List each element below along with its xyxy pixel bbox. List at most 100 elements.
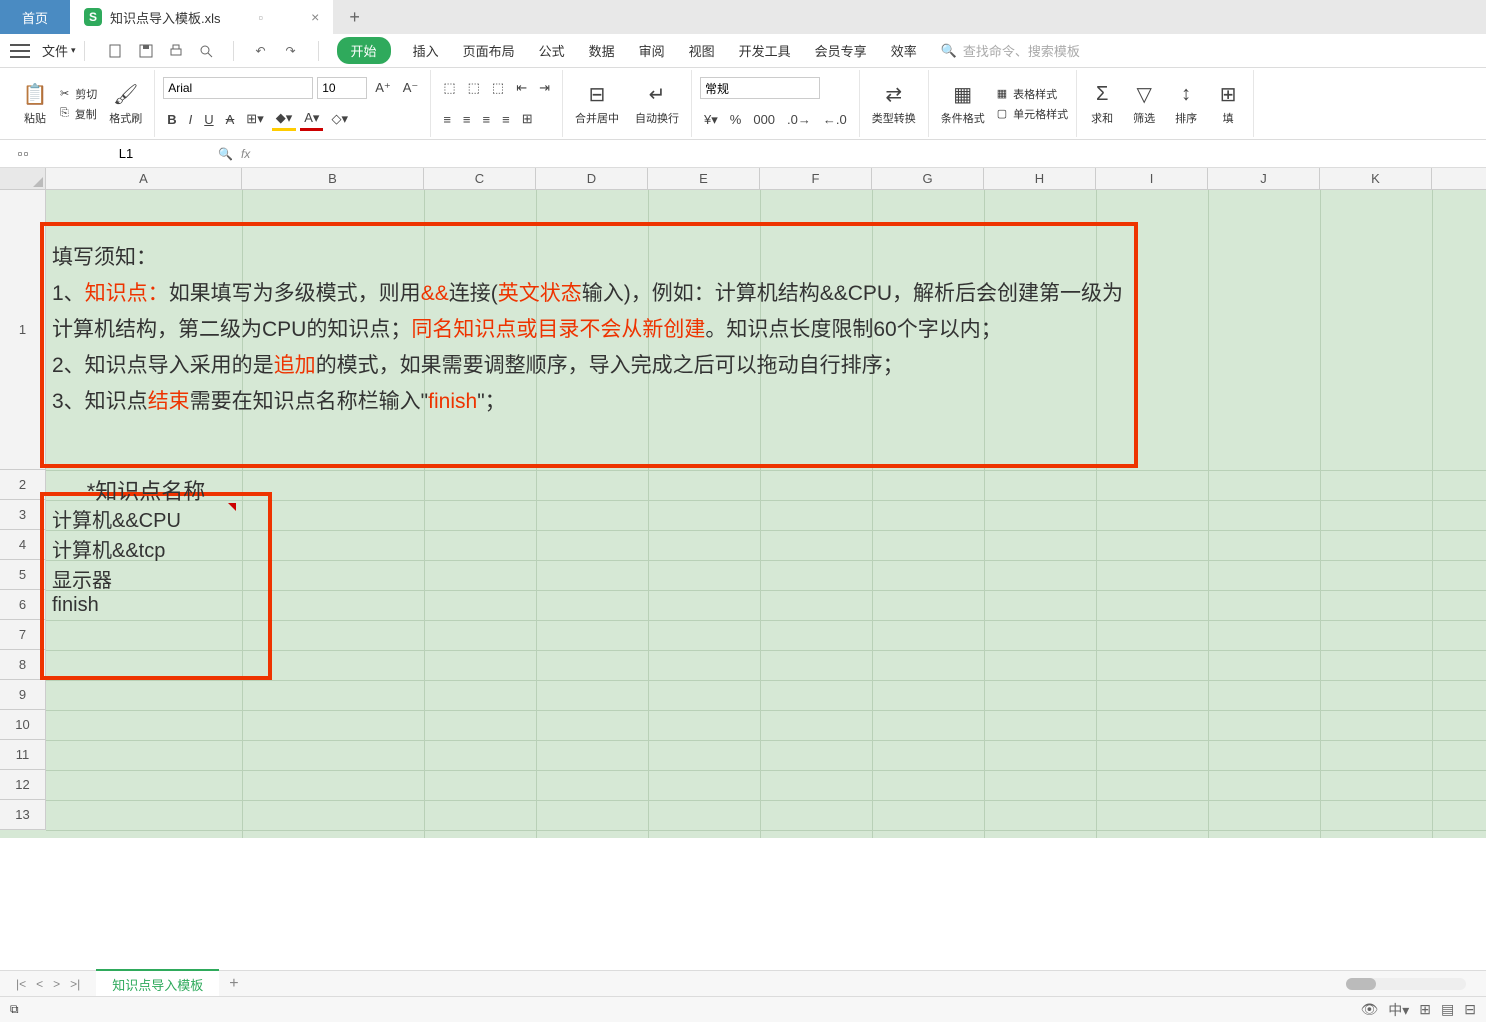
wrap-button[interactable]: ↵自动换行 <box>631 79 683 128</box>
cell-style-button[interactable]: ▢单元格样式 <box>997 106 1068 122</box>
col-H[interactable]: H <box>984 168 1096 189</box>
indent-dec-icon[interactable]: ⇤ <box>512 78 531 98</box>
dec-inc-icon[interactable]: .0→ <box>783 110 815 129</box>
align-middle-icon[interactable]: ⬚ <box>464 78 484 98</box>
cut-button[interactable]: ✂剪切 <box>60 86 97 102</box>
font-size-select[interactable] <box>317 77 367 99</box>
tab-detach-icon[interactable]: ▫ <box>259 10 264 25</box>
indent-inc-icon[interactable]: ⇥ <box>535 78 554 98</box>
row-11[interactable]: 11 <box>0 740 46 770</box>
tab-view[interactable]: 视图 <box>687 37 717 64</box>
eye-icon[interactable]: 👁 <box>1360 1001 1378 1018</box>
close-icon[interactable]: × <box>311 9 319 25</box>
cell-A6[interactable]: finish <box>48 592 103 619</box>
qat-print-icon[interactable] <box>167 42 185 60</box>
sort-button[interactable]: ↕排序 <box>1169 79 1203 128</box>
tab-formula[interactable]: 公式 <box>537 37 567 64</box>
strike-icon[interactable]: A <box>222 110 239 129</box>
cell-A1-notice[interactable]: 填写须知： 1、知识点：如果填写为多级模式，则用&&连接(英文状态输入)，例如：… <box>40 222 1138 468</box>
cell-A5[interactable]: 显示器 <box>48 562 116 595</box>
cell-A3[interactable]: 计算机&&CPU <box>48 502 185 535</box>
currency-icon[interactable]: ¥▾ <box>700 110 722 130</box>
tab-data[interactable]: 数据 <box>587 37 617 64</box>
view-page-icon[interactable]: ▤ <box>1441 1001 1454 1018</box>
clear-format-icon[interactable]: ◇▾ <box>327 109 352 129</box>
align-top-icon[interactable]: ⬚ <box>439 78 459 98</box>
tab-review[interactable]: 审阅 <box>637 37 667 64</box>
align-center-icon[interactable]: ≡ <box>459 110 475 129</box>
col-E[interactable]: E <box>648 168 760 189</box>
tab-pagelayout[interactable]: 页面布局 <box>461 37 517 64</box>
percent-icon[interactable]: % <box>726 110 746 129</box>
align-right-icon[interactable]: ≡ <box>479 110 495 129</box>
view-normal-icon[interactable]: ⊞ <box>1419 1001 1431 1018</box>
fill-color-icon[interactable]: ◆▾ <box>272 108 297 131</box>
qat-new-icon[interactable] <box>107 42 125 60</box>
new-tab-button[interactable]: + <box>333 0 376 34</box>
font-name-select[interactable] <box>163 77 313 99</box>
col-G[interactable]: G <box>872 168 984 189</box>
row-12[interactable]: 12 <box>0 770 46 800</box>
sheet-tab-active[interactable]: 知识点导入模板 <box>96 969 219 998</box>
name-box[interactable] <box>46 144 206 163</box>
tab-efficiency[interactable]: 效率 <box>889 37 919 64</box>
menu-file[interactable]: 文件▾ <box>42 41 76 60</box>
col-K[interactable]: K <box>1320 168 1432 189</box>
table-style-button[interactable]: ▦表格样式 <box>997 86 1068 102</box>
tab-current-file[interactable]: S 知识点导入模板.xls ▫ × <box>70 0 333 34</box>
tab-devtools[interactable]: 开发工具 <box>737 37 793 64</box>
sheet-nav-next-icon[interactable]: > <box>53 977 60 991</box>
tab-home[interactable]: 首页 <box>0 0 70 34</box>
paste-button[interactable]: 📋 粘贴 <box>18 79 52 128</box>
status-ready-icon[interactable]: ⧉ <box>10 1002 19 1017</box>
col-D[interactable]: D <box>536 168 648 189</box>
cond-format-button[interactable]: ▦条件格式 <box>937 79 989 128</box>
border-icon[interactable]: ⊞▾ <box>242 109 267 129</box>
type-convert-button[interactable]: ⇄类型转换 <box>868 79 920 128</box>
command-search[interactable]: 🔍 查找命令、搜索模板 <box>941 41 1080 60</box>
align-bottom-icon[interactable]: ⬚ <box>488 78 508 98</box>
fx-search-icon[interactable]: 🔍 <box>218 147 233 161</box>
col-C[interactable]: C <box>424 168 536 189</box>
filter-button[interactable]: ▽筛选 <box>1127 79 1161 128</box>
sheet-nav-last-icon[interactable]: >| <box>70 977 80 991</box>
col-J[interactable]: J <box>1208 168 1320 189</box>
copy-button[interactable]: ⎘复制 <box>60 106 97 122</box>
cell-A4[interactable]: 计算机&&tcp <box>48 532 169 565</box>
tab-member[interactable]: 会员专享 <box>813 37 869 64</box>
qat-save-icon[interactable] <box>137 42 155 60</box>
orientation-icon[interactable]: ⊞ <box>518 109 537 129</box>
qat-undo-icon[interactable]: ↶ <box>252 42 270 60</box>
font-shrink-icon[interactable]: A⁻ <box>399 78 423 98</box>
zh-icon[interactable]: 中▾ <box>1388 1000 1409 1020</box>
namebox-handle[interactable] <box>0 152 46 156</box>
underline-icon[interactable]: U <box>200 110 217 129</box>
hamburger-icon[interactable] <box>10 44 30 58</box>
dec-dec-icon[interactable]: ←.0 <box>819 110 851 129</box>
horizontal-scrollbar[interactable] <box>1346 978 1466 990</box>
align-justify-icon[interactable]: ≡ <box>498 110 514 129</box>
qat-preview-icon[interactable] <box>197 42 215 60</box>
sum-button[interactable]: Σ求和 <box>1085 79 1119 128</box>
number-format-select[interactable] <box>700 77 820 99</box>
align-left-icon[interactable]: ≡ <box>439 110 455 129</box>
qat-redo-icon[interactable]: ↷ <box>282 42 300 60</box>
col-A[interactable]: A <box>46 168 242 189</box>
fx-icon[interactable]: fx <box>241 147 250 161</box>
col-F[interactable]: F <box>760 168 872 189</box>
view-break-icon[interactable]: ⊟ <box>1464 1001 1476 1018</box>
font-color-icon[interactable]: A▾ <box>300 108 323 131</box>
cell-grid[interactable]: 填写须知： 1、知识点：如果填写为多级模式，则用&&连接(英文状态输入)，例如：… <box>46 190 1486 838</box>
italic-icon[interactable]: I <box>185 110 197 129</box>
row-13[interactable]: 13 <box>0 800 46 830</box>
tab-start[interactable]: 开始 <box>337 37 391 64</box>
sheet-nav-prev-icon[interactable]: < <box>36 977 43 991</box>
font-grow-icon[interactable]: A⁺ <box>371 78 395 98</box>
col-I[interactable]: I <box>1096 168 1208 189</box>
add-sheet-button[interactable]: + <box>219 975 248 993</box>
fill-button[interactable]: ⊞填 <box>1211 79 1245 128</box>
comma-icon[interactable]: 000 <box>749 110 779 129</box>
select-all-corner[interactable] <box>0 168 46 189</box>
format-painter-button[interactable]: 🖌 格式刷 <box>105 79 146 128</box>
row-9[interactable]: 9 <box>0 680 46 710</box>
